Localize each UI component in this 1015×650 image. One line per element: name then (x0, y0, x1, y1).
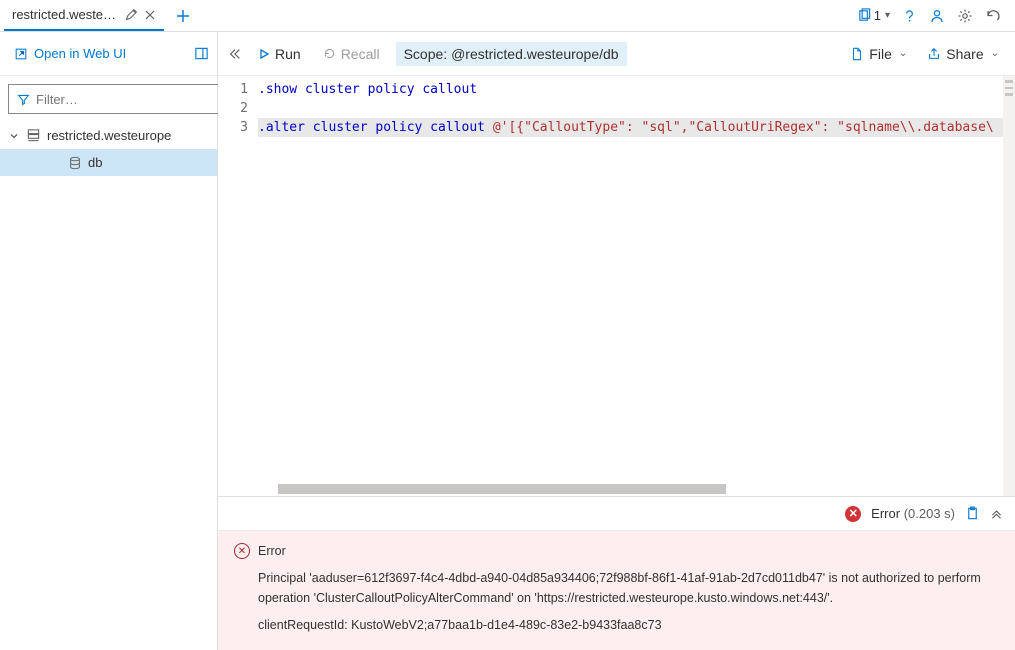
play-icon (258, 48, 270, 60)
tabbar-right-tools: 1 ▾ (857, 8, 1011, 24)
chevron-down-icon: ⌄ (899, 48, 907, 59)
file-label: File (869, 46, 892, 62)
line-gutter: 123 (218, 76, 258, 496)
tree-db-node[interactable]: db (0, 149, 217, 176)
results-pane: ✕ Error (0.203 s) ✕ Error (218, 496, 1015, 650)
clipboard-icon[interactable] (965, 506, 980, 521)
close-icon[interactable] (144, 9, 156, 21)
tab-bar: restricted.westeur… 1 ▾ (0, 0, 1015, 32)
share-menu[interactable]: Share ⌄ (921, 42, 1005, 66)
error-status-icon: ✕ (845, 506, 861, 522)
connection-tree: restricted.westeurope db (0, 122, 217, 650)
db-label: db (88, 155, 102, 170)
filter-input[interactable] (36, 92, 212, 107)
copy-icon[interactable]: 1 ▾ (857, 8, 890, 23)
copy-count: 1 (874, 8, 881, 23)
open-external-icon (14, 47, 28, 61)
scope-value: @restricted.westeurope/db (451, 46, 619, 62)
scroll-thumb[interactable] (278, 484, 726, 494)
tab-restricted[interactable]: restricted.westeur… (4, 0, 164, 31)
error-icon: ✕ (234, 543, 250, 559)
file-icon (850, 47, 864, 61)
recall-button[interactable]: Recall (317, 42, 386, 66)
chevron-down-icon (8, 131, 20, 141)
share-label: Share (946, 46, 983, 62)
panel-icon[interactable] (194, 46, 209, 61)
chevrons-up-icon[interactable] (990, 507, 1003, 520)
pencil-icon[interactable] (125, 8, 138, 21)
chevron-down-icon: ▾ (885, 10, 890, 21)
help-icon[interactable] (902, 8, 917, 23)
code-editor[interactable]: 123 .show cluster policy callout.alter c… (218, 76, 1015, 496)
cluster-label: restricted.westeurope (47, 128, 171, 143)
database-icon (68, 156, 82, 170)
query-toolbar: Run Recall Scope: @restricted.westeurope… (218, 32, 1015, 76)
error-message: Principal 'aaduser=612f3697-f4c4-4dbd-a9… (258, 569, 999, 608)
feedback-icon[interactable] (929, 8, 945, 24)
recall-icon (323, 47, 336, 60)
filter-icon (17, 93, 30, 106)
sidebar: Open in Web UI (0, 32, 218, 650)
plus-icon[interactable] (170, 9, 196, 23)
recall-label: Recall (341, 46, 380, 62)
scope-chip[interactable]: Scope: @restricted.westeurope/db (396, 42, 627, 66)
client-request-id: clientRequestId: KustoWebV2;a77baa1b-d1e… (258, 618, 999, 632)
cluster-icon (26, 128, 41, 143)
tree-cluster-node[interactable]: restricted.westeurope (0, 122, 217, 149)
file-menu[interactable]: File ⌄ (844, 42, 913, 66)
open-in-web-ui[interactable]: Open in Web UI (8, 42, 132, 65)
undo-icon[interactable] (985, 8, 1001, 24)
run-button[interactable]: Run (252, 42, 307, 66)
tab-title: restricted.westeur… (12, 7, 119, 22)
open-web-label: Open in Web UI (34, 46, 126, 61)
gear-icon[interactable] (957, 8, 973, 24)
code-area[interactable]: .show cluster policy callout.alter clust… (258, 76, 1003, 496)
minimap[interactable] (1003, 76, 1015, 496)
work-area: Run Recall Scope: @restricted.westeurope… (218, 32, 1015, 650)
chevrons-left-icon[interactable] (228, 47, 242, 61)
status-label: Error (0.203 s) (871, 506, 955, 521)
share-icon (927, 47, 941, 61)
run-label: Run (275, 46, 301, 62)
chevron-down-icon: ⌄ (991, 48, 999, 59)
error-title: Error (258, 544, 286, 558)
filter-input-wrap[interactable] (8, 84, 221, 114)
scope-label: Scope: (404, 46, 448, 62)
horizontal-scrollbar[interactable] (278, 484, 1001, 494)
